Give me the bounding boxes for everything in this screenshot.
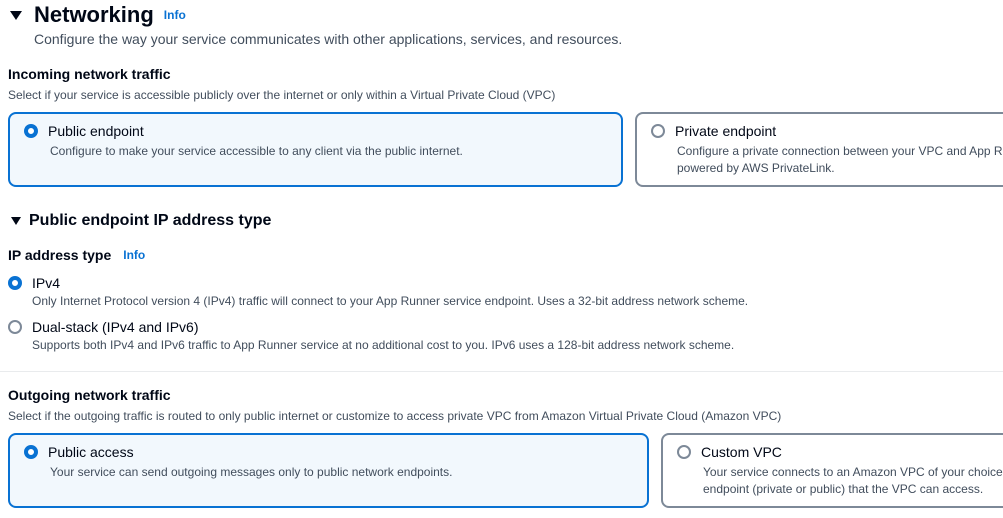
- outgoing-traffic-description: Select if the outgoing traffic is routed…: [8, 409, 782, 423]
- ipv4-option[interactable]: IPv4 Only Internet Protocol version 4 (I…: [8, 275, 748, 308]
- ipv4-radio[interactable]: [8, 276, 22, 290]
- ip-address-type-label: IP address type: [8, 247, 112, 263]
- public-endpoint-tile[interactable]: Public endpoint Configure to make your s…: [8, 112, 623, 187]
- section-title: Networking: [34, 2, 154, 27]
- dual-stack-radio[interactable]: [8, 320, 22, 334]
- dual-stack-label: Dual-stack (IPv4 and IPv6): [32, 319, 199, 335]
- custom-vpc-description-line1: Your service connects to an Amazon VPC o…: [703, 465, 1003, 479]
- public-access-radio[interactable]: [24, 445, 38, 459]
- ip-address-type-label-row: IP address type Info: [8, 247, 145, 263]
- caret-down-icon[interactable]: [11, 217, 21, 225]
- custom-vpc-description: Your service connects to an Amazon VPC o…: [703, 464, 1003, 498]
- networking-header[interactable]: Networking Info: [10, 2, 186, 28]
- private-endpoint-tile[interactable]: Private endpoint Configure a private con…: [635, 112, 1003, 187]
- networking-info-link[interactable]: Info: [164, 8, 186, 22]
- dual-stack-option[interactable]: Dual-stack (IPv4 and IPv6) Supports both…: [8, 319, 734, 352]
- custom-vpc-description-line2: endpoint (private or public) that the VP…: [703, 482, 984, 496]
- outgoing-traffic-label: Outgoing network traffic: [8, 387, 171, 403]
- ip-address-type-info-link[interactable]: Info: [123, 248, 145, 262]
- divider: [0, 371, 1003, 372]
- private-endpoint-description-line2: powered by AWS PrivateLink.: [677, 161, 835, 175]
- public-endpoint-description: Configure to make your service accessibl…: [50, 144, 463, 158]
- ipv4-label: IPv4: [32, 275, 61, 291]
- incoming-traffic-label: Incoming network traffic: [8, 66, 171, 82]
- dual-stack-description: Supports both IPv4 and IPv6 traffic to A…: [32, 338, 735, 352]
- incoming-traffic-description: Select if your service is accessible pub…: [8, 88, 556, 102]
- custom-vpc-tile[interactable]: Custom VPC Your service connects to an A…: [661, 433, 1003, 508]
- public-access-title: Public access: [48, 444, 134, 460]
- section-description: Configure the way your service communica…: [34, 31, 623, 47]
- public-access-description: Your service can send outgoing messages …: [50, 465, 453, 479]
- private-endpoint-radio[interactable]: [651, 124, 665, 138]
- public-endpoint-radio[interactable]: [24, 124, 38, 138]
- custom-vpc-title: Custom VPC: [701, 444, 782, 460]
- public-access-tile[interactable]: Public access Your service can send outg…: [8, 433, 649, 508]
- public-endpoint-title: Public endpoint: [48, 123, 144, 139]
- caret-down-icon[interactable]: [10, 10, 22, 20]
- public-endpoint-ip-header[interactable]: Public endpoint IP address type: [11, 212, 271, 230]
- public-endpoint-ip-title: Public endpoint IP address type: [29, 212, 272, 229]
- private-endpoint-title: Private endpoint: [675, 123, 777, 139]
- private-endpoint-description: Configure a private connection between y…: [677, 143, 1003, 177]
- networking-panel: Networking Info Configure the way your s…: [0, 0, 1003, 518]
- custom-vpc-radio[interactable]: [677, 445, 691, 459]
- private-endpoint-description-line1: Configure a private connection between y…: [677, 144, 1003, 158]
- ipv4-description: Only Internet Protocol version 4 (IPv4) …: [32, 294, 749, 308]
